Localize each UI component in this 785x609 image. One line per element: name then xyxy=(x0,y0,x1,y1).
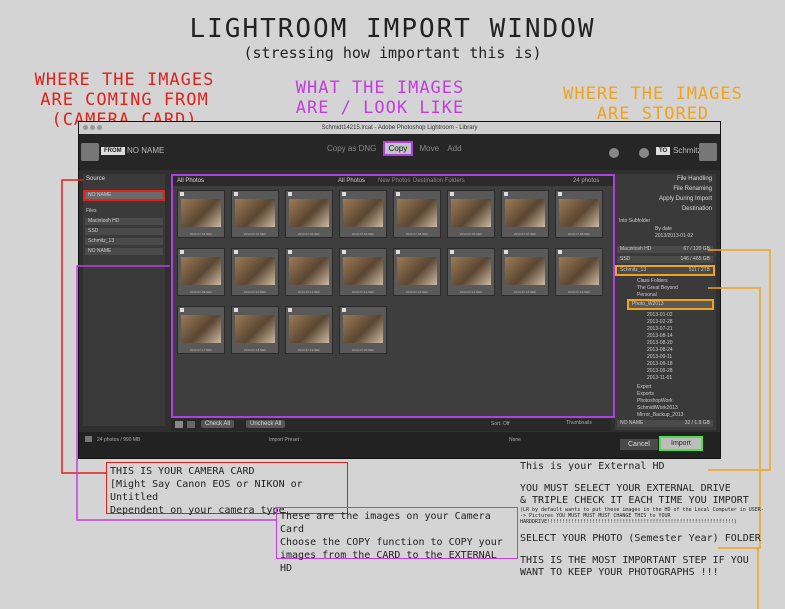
note-line: YOU MUST SELECT YOUR EXTERNAL DRIVE xyxy=(520,483,731,494)
note-line: This is your External HD xyxy=(520,461,665,472)
note-line: THIS IS THE MOST IMPORTANT STEP IF YOU xyxy=(520,555,749,566)
note-line: THIS IS YOUR CAMERA CARD xyxy=(110,466,255,477)
note-line: WANT TO KEEP YOUR PHOTOGRAPHS !!! xyxy=(520,567,719,578)
external-drive-note: This is your External HD YOU MUST SELECT… xyxy=(517,459,768,607)
camera-images-note: These are the images on your Camera Card… xyxy=(276,507,518,574)
note-line: images from the CARD to the EXTERNAL HD xyxy=(280,550,497,574)
note-line: SELECT YOUR PHOTO (Semester Year) FOLDER xyxy=(520,533,761,544)
note-line: Choose the COPY function to COPY your xyxy=(280,537,503,548)
note-line: These are the images on your Camera Card xyxy=(280,511,491,535)
note-line: (LR by default wants to put these images… xyxy=(520,507,764,525)
note-line: [Might Say Canon EOS or NIKON or Untitle… xyxy=(110,479,303,503)
note-line: & TRIPLE CHECK IT EACH TIME YOU IMPORT xyxy=(520,495,749,506)
card-connector xyxy=(61,179,106,474)
